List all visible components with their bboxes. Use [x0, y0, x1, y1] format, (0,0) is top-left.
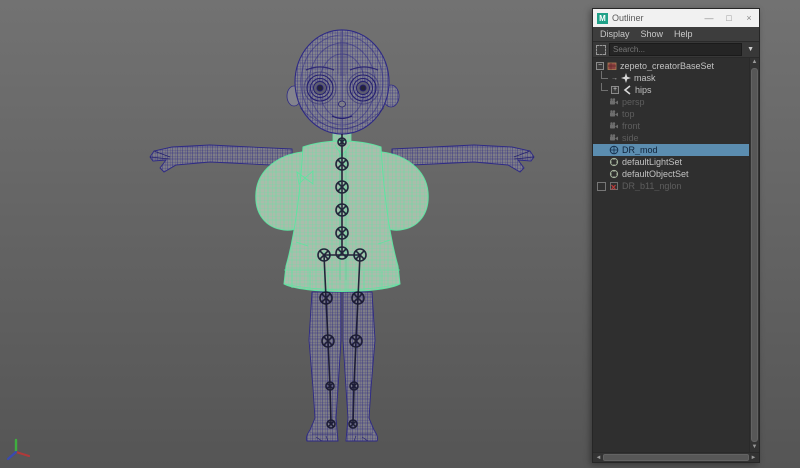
character-wireframe — [149, 29, 535, 442]
left-leg-mesh — [305, 291, 342, 442]
viewport-canvas[interactable] — [0, 0, 592, 468]
mesh-icon — [609, 145, 619, 155]
camera-icon — [609, 109, 619, 119]
outliner-item-dr-b11-nglon[interactable]: DR_b11_nglon — [593, 180, 749, 192]
connection-arrow-icon: → — [611, 74, 618, 82]
item-label: side — [622, 133, 639, 143]
camera-icon — [609, 133, 619, 143]
outliner-menubar: Display Show Help — [593, 27, 759, 42]
joint-icon — [622, 85, 632, 95]
menu-help[interactable]: Help — [674, 29, 693, 39]
scroll-left-icon[interactable]: ◄ — [595, 455, 602, 461]
item-label: defaultObjectSet — [622, 169, 689, 179]
vertical-scrollbar[interactable]: ▲ ▼ — [749, 58, 759, 452]
item-label: DR_mod — [622, 145, 658, 155]
outliner-item-hips[interactable]: + hips — [593, 83, 749, 96]
filter-icon[interactable] — [596, 44, 606, 55]
outliner-window: M Outliner — □ × Display Show Help ▼ − z… — [592, 8, 760, 463]
menu-show[interactable]: Show — [641, 29, 664, 39]
outliner-item-dr-mod[interactable]: DR_mod — [593, 144, 749, 156]
item-label: front — [622, 121, 641, 131]
outliner-tree: − zepeto_creatorBaseSet → mask + hips pe… — [593, 58, 749, 452]
horizontal-scrollbar[interactable]: ◄ ► — [593, 452, 759, 462]
scroll-up-icon[interactable]: ▲ — [752, 58, 758, 67]
item-label: DR_b11_nglon — [622, 181, 682, 191]
close-button[interactable]: × — [739, 9, 759, 27]
outliner-search-row: ▼ — [593, 42, 759, 58]
set-circle-icon — [609, 157, 619, 167]
item-label: mask — [634, 73, 656, 83]
nose — [338, 100, 346, 108]
horizontal-scroll-thumb[interactable] — [603, 454, 749, 461]
item-label: top — [622, 109, 635, 119]
outliner-item-persp[interactable]: persp — [593, 96, 749, 108]
broken-reference-icon — [609, 181, 619, 191]
reference-checkbox[interactable] — [597, 181, 606, 191]
tree-connector — [601, 71, 608, 79]
maximize-button[interactable]: □ — [719, 9, 739, 27]
outliner-item-top[interactable]: top — [593, 108, 749, 120]
outliner-item-mask[interactable]: → mask — [593, 71, 749, 84]
camera-icon — [609, 121, 619, 131]
head-mesh — [286, 29, 400, 135]
maya-app-icon: M — [597, 12, 608, 24]
item-label: defaultLightSet — [622, 157, 683, 167]
set-icon — [607, 61, 617, 71]
search-dropdown-icon[interactable]: ▼ — [745, 46, 756, 53]
outliner-item-defaultlightset[interactable]: defaultLightSet — [593, 156, 749, 168]
search-input[interactable] — [609, 43, 743, 56]
scroll-down-icon[interactable]: ▼ — [752, 443, 758, 452]
axis-gizmo — [6, 438, 31, 461]
set-circle-icon — [609, 169, 619, 179]
outliner-titlebar[interactable]: M Outliner — □ × — [593, 9, 759, 27]
outliner-item-side[interactable]: side — [593, 132, 749, 144]
camera-icon — [609, 97, 619, 107]
outliner-item-zepeto-creatorbaseset[interactable]: − zepeto_creatorBaseSet — [593, 60, 749, 72]
expand-toggle[interactable]: + — [611, 86, 619, 94]
outliner-item-defaultobjectset[interactable]: defaultObjectSet — [593, 168, 749, 180]
item-label: hips — [635, 85, 652, 95]
item-label: zepeto_creatorBaseSet — [620, 61, 715, 71]
scroll-right-icon[interactable]: ► — [750, 455, 757, 461]
transform-icon — [621, 73, 631, 83]
minimize-button[interactable]: — — [699, 9, 719, 27]
window-title: Outliner — [612, 13, 644, 23]
tree-connector — [601, 83, 608, 91]
outliner-tree-area: − zepeto_creatorBaseSet → mask + hips pe… — [593, 58, 759, 452]
outliner-item-front[interactable]: front — [593, 120, 749, 132]
expand-toggle[interactable]: − — [596, 62, 604, 70]
menu-display[interactable]: Display — [600, 29, 630, 39]
item-label: persp — [622, 97, 645, 107]
vertical-scroll-thumb[interactable] — [751, 68, 758, 442]
right-leg-mesh — [342, 291, 379, 442]
